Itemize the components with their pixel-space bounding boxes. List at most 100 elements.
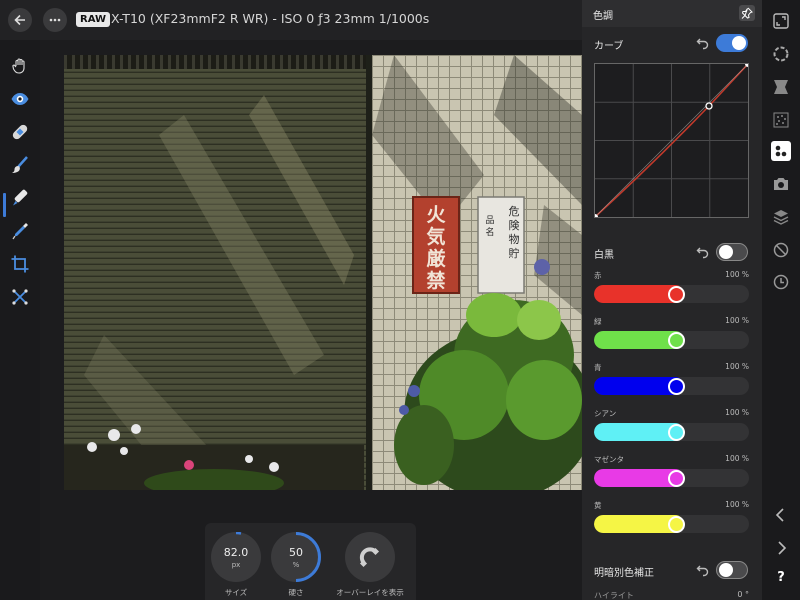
bw-channel-knob[interactable] <box>668 331 685 349</box>
bandage-icon <box>12 124 28 140</box>
straighten-tool[interactable] <box>8 285 32 309</box>
history-button[interactable] <box>771 272 791 292</box>
ellipsis-icon <box>49 18 61 22</box>
tone-dots-icon <box>775 145 787 157</box>
overlay-label: オーバーレイを表示 <box>336 588 404 597</box>
cross-arrows-icon <box>12 289 28 305</box>
fullscreen-button[interactable] <box>771 11 791 31</box>
bw-label: 白黒 <box>594 250 614 261</box>
prohibit-icon <box>773 242 789 258</box>
curve-editor[interactable] <box>592 61 751 220</box>
curve-point-mid[interactable] <box>705 102 713 110</box>
pin-button[interactable] <box>739 5 755 21</box>
bw-channel-knob[interactable] <box>668 285 685 303</box>
canvas-area[interactable]: 火 気 厳 禁 危 険 物 貯 品 名 <box>40 40 582 600</box>
lens-panel-button[interactable] <box>771 44 791 64</box>
magnet-icon <box>359 547 380 568</box>
photo[interactable]: 火 気 厳 禁 危 険 物 貯 品 名 <box>64 55 582 490</box>
photo-image: 火 気 厳 禁 危 険 物 貯 品 名 <box>64 55 582 490</box>
noise-icon <box>773 112 789 128</box>
svg-text:禁: 禁 <box>426 269 445 292</box>
noise-panel-button[interactable] <box>771 110 791 130</box>
perspective-icon <box>774 80 788 94</box>
expand-icon <box>773 13 789 29</box>
split-toning-label: 明暗別色補正 <box>594 568 654 579</box>
bw-channel-knob[interactable] <box>668 423 685 441</box>
layers-icon <box>773 210 789 225</box>
highlight-value: 0 ° <box>737 590 749 599</box>
bw-toggle-knob <box>719 245 733 259</box>
size-dial[interactable]: 82.0 px <box>211 532 261 582</box>
bw-reset-icon[interactable] <box>696 245 710 259</box>
top-bar: RAW X-T10 (XF23mmF2 R WR) - ISO 0 ƒ3 23m… <box>0 0 582 40</box>
highlight-label: ハイライト <box>594 591 634 600</box>
camera-panel-button[interactable] <box>771 174 791 194</box>
svg-text:危: 危 <box>509 205 520 218</box>
hardness-label: 硬さ <box>288 588 304 597</box>
hardness-value: 50 <box>289 546 303 559</box>
back-arrow-icon <box>14 14 25 26</box>
bw-channel-value: 100 % <box>725 270 749 279</box>
pin-icon <box>741 7 753 19</box>
bw-channel-value: 100 % <box>725 454 749 463</box>
back-button[interactable] <box>8 8 32 32</box>
curve-label: カーブ <box>594 41 624 52</box>
bw-channel-value: 100 % <box>725 316 749 325</box>
more-button[interactable] <box>43 8 67 32</box>
bw-channel-label: マゼンタ <box>594 455 624 464</box>
size-dial-ring <box>235 532 242 535</box>
overlay-toggle-button[interactable] <box>345 532 395 582</box>
brush-settings-panel: 82.0 px サイズ 50 % 硬さ オーバーレイを表示 <box>205 523 416 600</box>
layers-panel-button[interactable] <box>771 207 791 227</box>
eraser-brush-icon <box>13 189 28 206</box>
view-tool[interactable] <box>8 87 32 111</box>
hardness-unit: % <box>292 561 300 569</box>
hardness-dial[interactable]: 50 % <box>271 532 321 582</box>
crop-tool[interactable] <box>8 252 32 276</box>
svg-text:品: 品 <box>485 215 494 226</box>
bw-channel-knob[interactable] <box>668 469 685 487</box>
svg-text:名: 名 <box>485 226 494 238</box>
chevron-left-icon <box>775 508 784 522</box>
eraser-tool[interactable] <box>8 186 32 210</box>
eye-icon <box>11 93 29 105</box>
active-tool-indicator <box>3 193 6 217</box>
svg-text:気: 気 <box>426 225 445 248</box>
panel-title: 色調 <box>593 11 613 22</box>
bw-channel-label: 赤 <box>594 271 602 280</box>
healing-tool[interactable] <box>8 120 32 144</box>
curve-toggle-knob <box>732 36 746 50</box>
curve-graph <box>592 61 751 220</box>
paint-brush-icon <box>12 156 28 173</box>
split-toggle-knob <box>719 563 733 577</box>
gradient-tool[interactable] <box>8 219 32 243</box>
bw-channel-label: 緑 <box>594 317 602 326</box>
bw-channel-label: シアン <box>594 409 617 418</box>
bw-channel-knob[interactable] <box>668 377 685 395</box>
svg-text:険: 険 <box>509 219 520 232</box>
bw-channel-value: 100 % <box>725 500 749 509</box>
reset-all-button[interactable] <box>771 240 791 260</box>
next-button[interactable] <box>771 538 791 558</box>
split-reset-icon[interactable] <box>696 563 710 577</box>
pan-tool[interactable] <box>8 54 32 78</box>
bw-channel-knob[interactable] <box>668 515 685 533</box>
dropper-icon <box>12 223 28 240</box>
left-toolbar <box>0 40 40 600</box>
previous-button[interactable] <box>771 505 791 525</box>
lens-ring-icon <box>773 46 789 62</box>
crop-icon <box>11 255 29 273</box>
raw-badge: RAW <box>76 12 111 27</box>
curve-toggle[interactable] <box>716 34 748 52</box>
svg-text:厳: 厳 <box>426 247 446 270</box>
bw-toggle[interactable] <box>716 243 748 261</box>
tone-panel-button[interactable] <box>771 141 791 161</box>
split-toggle[interactable] <box>716 561 748 579</box>
curve-reset-icon[interactable] <box>696 36 710 50</box>
bw-channel-value: 100 % <box>725 362 749 371</box>
perspective-panel-button[interactable] <box>771 77 791 97</box>
bw-channel-label: 青 <box>594 363 602 372</box>
chevron-right-icon <box>778 541 787 555</box>
help-button[interactable]: ? <box>771 570 791 585</box>
brush-tool[interactable] <box>8 153 32 177</box>
